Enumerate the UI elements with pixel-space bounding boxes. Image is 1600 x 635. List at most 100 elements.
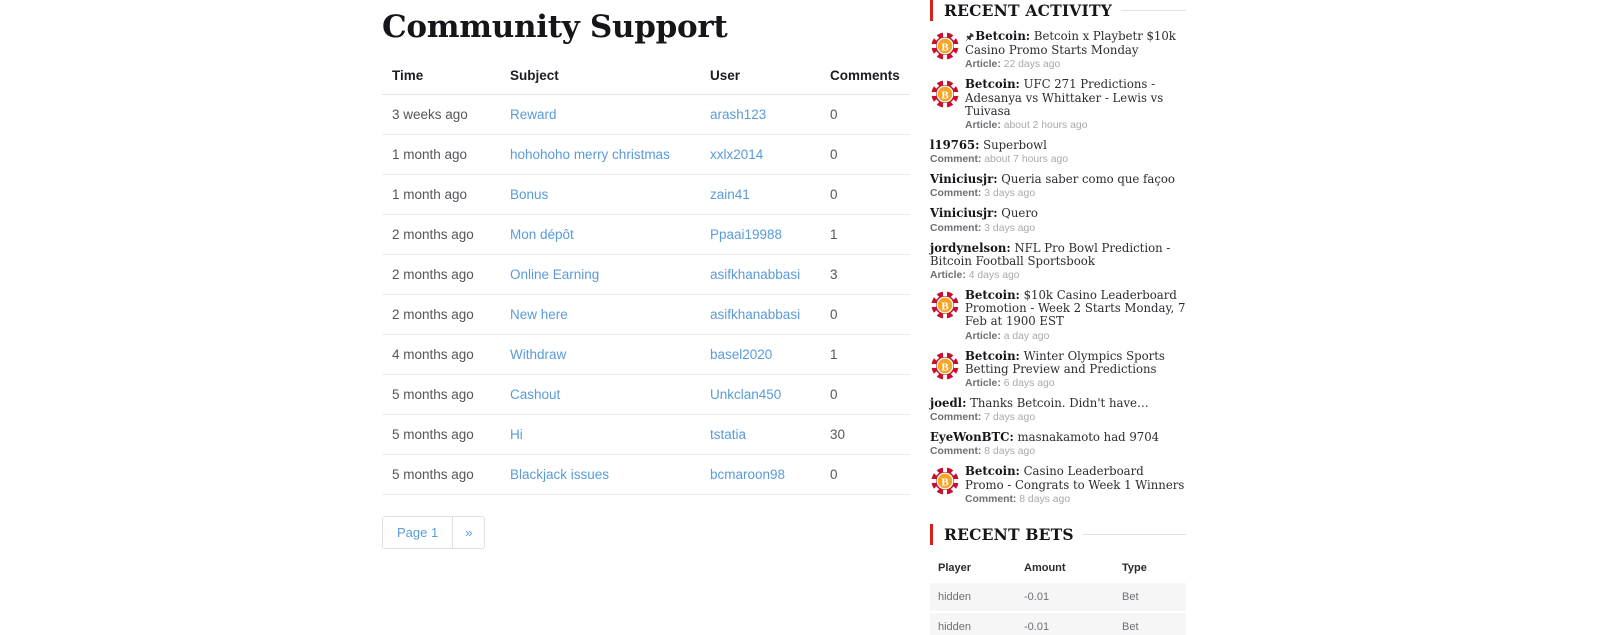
activity-text[interactable]: masnakamoto had 9704: [1018, 430, 1160, 444]
betcoin-chip-avatar-icon: B: [930, 31, 960, 61]
activity-text[interactable]: Queria saber como que façoo: [1001, 172, 1175, 186]
list-item[interactable]: B 🖈Betcoin: Betcoin x Playbetr $10k Casi…: [930, 29, 1186, 71]
recent-bets-title: RECENT BETS: [944, 524, 1074, 544]
column-header-user[interactable]: User: [700, 58, 820, 95]
topic-link[interactable]: Cashout: [510, 387, 560, 402]
topic-link[interactable]: Reward: [510, 107, 557, 122]
user-link[interactable]: asifkhanabbasi: [710, 267, 800, 282]
list-item[interactable]: B Betcoin: Winter Olympics Sports Bettin…: [930, 349, 1186, 390]
activity-text[interactable]: Quero: [1001, 206, 1038, 220]
activity-body: EyeWonBTC: masnakamoto had 9704 Comment:…: [930, 431, 1186, 458]
column-header-time[interactable]: Time: [382, 58, 500, 95]
activity-author[interactable]: joedl:: [930, 396, 966, 410]
list-item[interactable]: B Betcoin: $10k Casino Leaderboard Promo…: [930, 288, 1186, 343]
list-item[interactable]: EyeWonBTC: masnakamoto had 9704 Comment:…: [930, 431, 1186, 458]
cell-user: Unkclan450: [700, 374, 820, 415]
list-item[interactable]: B Betcoin: Casino Leaderboard Promo - Co…: [930, 465, 1186, 505]
pagination: Page 1 »: [382, 516, 486, 549]
cell-time: 2 months ago: [382, 214, 500, 255]
topic-link[interactable]: Mon dépôt: [510, 227, 574, 242]
cell-subject: Blackjack issues: [500, 454, 700, 495]
cell-comments: 0: [820, 134, 910, 175]
activity-line: 🖈Betcoin: Betcoin x Playbetr $10k Casino…: [965, 29, 1186, 57]
column-header-type: Type: [1122, 561, 1147, 574]
pagination-next-button[interactable]: »: [452, 517, 485, 548]
recent-bets-section: RECENT BETS Player Amount Type hidden -0…: [930, 523, 1186, 635]
activity-text[interactable]: Superbowl: [983, 138, 1047, 152]
list-item[interactable]: joedl: Thanks Betcoin. Didn't have… Comm…: [930, 396, 1186, 424]
column-header-subject[interactable]: Subject: [500, 58, 700, 95]
activity-author[interactable]: l19765:: [930, 138, 979, 152]
activity-meta-label: Article:: [965, 120, 1001, 132]
betcoin-chip-avatar-icon: B: [930, 79, 960, 109]
table-row: 4 months ago Withdraw basel2020 1: [382, 334, 910, 375]
activity-meta-label: Comment:: [965, 493, 1017, 505]
activity-author[interactable]: Betcoin:: [965, 288, 1020, 302]
list-item[interactable]: l19765: Superbowl Comment: about 7 hours…: [930, 138, 1186, 166]
cell-time: 1 month ago: [382, 134, 500, 175]
user-link[interactable]: zain41: [710, 187, 750, 202]
cell-time: 2 months ago: [382, 294, 500, 335]
user-link[interactable]: xxlx2014: [710, 147, 763, 162]
recent-activity-list: B 🖈Betcoin: Betcoin x Playbetr $10k Casi…: [930, 29, 1186, 506]
svg-text:B: B: [941, 361, 949, 373]
table-row: 5 months ago Cashout Unkclan450 0: [382, 374, 910, 415]
activity-meta: Comment: 7 days ago: [930, 411, 1186, 424]
list-item[interactable]: Viniciusjr: Quero Comment: 3 days ago: [930, 207, 1186, 234]
topic-link[interactable]: hohohoho merry christmas: [510, 147, 670, 162]
column-header-amount: Amount: [1024, 561, 1066, 574]
user-link[interactable]: basel2020: [710, 347, 772, 362]
table-row: 1 month ago Bonus zain41 0: [382, 174, 910, 215]
activity-body: l19765: Superbowl Comment: about 7 hours…: [930, 138, 1186, 166]
svg-text:B: B: [941, 90, 949, 102]
cell-subject: Online Earning: [500, 254, 700, 295]
user-link[interactable]: Unkclan450: [710, 387, 781, 402]
recent-bets-table: Player Amount Type hidden -0.01 Bet hidd…: [930, 556, 1186, 635]
activity-author[interactable]: EyeWonBTC:: [930, 430, 1014, 444]
list-item[interactable]: jordynelson: NFL Pro Bowl Prediction - B…: [930, 241, 1186, 282]
activity-meta-time: 8 days ago: [1019, 493, 1071, 505]
topic-link[interactable]: Bonus: [510, 187, 548, 202]
cell-user: asifkhanabbasi: [700, 254, 820, 295]
activity-meta: Comment: 3 days ago: [930, 222, 1186, 235]
topic-link[interactable]: Withdraw: [510, 347, 566, 362]
user-link[interactable]: tstatia: [710, 427, 746, 442]
pagination-current-page[interactable]: Page 1: [383, 517, 453, 548]
cell-user: bcmaroon98: [700, 454, 820, 495]
activity-author[interactable]: Betcoin:: [965, 464, 1020, 478]
list-item[interactable]: B Betcoin: UFC 271 Predictions - Adesany…: [930, 78, 1186, 132]
list-item[interactable]: Viniciusjr: Queria saber como que façoo …: [930, 173, 1186, 200]
svg-text:B: B: [941, 42, 949, 54]
user-link[interactable]: arash123: [710, 107, 766, 122]
activity-author[interactable]: jordynelson:: [930, 241, 1011, 255]
activity-line: Betcoin: UFC 271 Predictions - Adesanya …: [965, 78, 1186, 118]
activity-meta: Article: 4 days ago: [930, 269, 1186, 282]
activity-body: Viniciusjr: Quero Comment: 3 days ago: [930, 207, 1186, 234]
user-link[interactable]: bcmaroon98: [710, 467, 785, 482]
activity-meta-label: Comment:: [930, 446, 982, 458]
activity-meta-time: 22 days ago: [1003, 59, 1061, 71]
activity-line: Betcoin: Casino Leaderboard Promo - Cong…: [965, 464, 1186, 492]
activity-meta-label: Comment:: [930, 154, 982, 166]
activity-author[interactable]: Betcoin:: [965, 349, 1020, 363]
topic-link[interactable]: Hi: [510, 427, 523, 442]
topic-link[interactable]: Online Earning: [510, 267, 599, 282]
cell-time: 4 months ago: [382, 334, 500, 375]
activity-text[interactable]: Thanks Betcoin. Didn't have…: [970, 396, 1149, 410]
activity-meta-time: a day ago: [1003, 330, 1050, 342]
user-link[interactable]: asifkhanabbasi: [710, 307, 800, 322]
cell-type: Bet: [1114, 582, 1186, 613]
activity-body: Betcoin: $10k Casino Leaderboard Promoti…: [965, 288, 1186, 343]
activity-meta-label: Article:: [965, 378, 1001, 390]
activity-author[interactable]: Viniciusjr:: [930, 172, 998, 186]
activity-meta-label: Article:: [965, 59, 1001, 71]
betcoin-chip-avatar-icon: B: [930, 290, 960, 320]
column-header-comments[interactable]: Comments: [820, 58, 910, 95]
topic-link[interactable]: Blackjack issues: [510, 467, 609, 482]
activity-author[interactable]: Viniciusjr:: [930, 206, 998, 220]
activity-author[interactable]: Betcoin:: [965, 77, 1020, 91]
topic-link[interactable]: New here: [510, 307, 568, 322]
user-link[interactable]: Ppaai19988: [710, 227, 782, 242]
activity-author[interactable]: Betcoin:: [975, 29, 1030, 43]
cell-amount: -0.01: [1016, 611, 1114, 635]
